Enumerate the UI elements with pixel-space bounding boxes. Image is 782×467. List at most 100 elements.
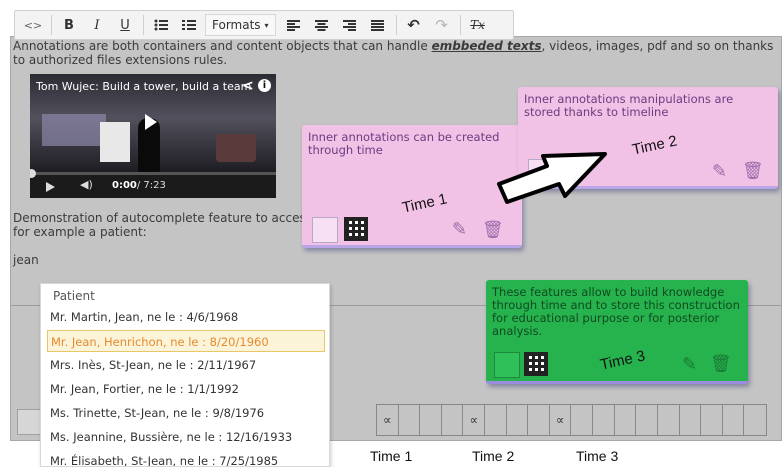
note-time-label: Time 3: [598, 347, 647, 374]
timeline-label-time-1: Time 1: [370, 448, 413, 464]
note-thumbnail-box[interactable]: [494, 352, 520, 378]
note-text: These features allow to build knowledge …: [492, 285, 740, 338]
volume-icon[interactable]: ◀): [80, 178, 93, 191]
video-current-time: 0:00: [112, 180, 137, 191]
intro-prefix: Annotations are both containers and cont…: [13, 39, 432, 53]
timeline-cell[interactable]: [680, 405, 702, 435]
redo-icon: ↷: [435, 16, 448, 34]
toolbar-separator: [459, 15, 461, 35]
annotation-timeline[interactable]: ∝ ∝ ∝: [376, 404, 767, 436]
timeline-cell[interactable]: [485, 405, 507, 435]
timeline-cell[interactable]: [615, 405, 637, 435]
edit-pencil-icon[interactable]: ✎: [712, 161, 727, 182]
info-icon[interactable]: i: [258, 79, 271, 92]
autocomplete-item[interactable]: Ms. Trinette, St-Jean, ne le : 9/8/1976: [47, 402, 325, 424]
align-left-button[interactable]: [282, 14, 306, 36]
note-time-label: Time 1: [400, 190, 449, 217]
chevron-down-icon: ▾: [264, 20, 269, 30]
numbered-list-icon: [182, 20, 196, 30]
timeline-cell[interactable]: [723, 405, 745, 435]
transition-arrow: [497, 152, 607, 204]
timeline-cell[interactable]: [442, 405, 464, 435]
video-duration: / 7:23: [136, 180, 166, 191]
note-text: Inner annotations manipulations are stor…: [524, 92, 734, 119]
annotation-note-time-3[interactable]: These features allow to build knowledge …: [486, 280, 748, 384]
embedded-video[interactable]: Tom Wujec: Build a tower, build a team <…: [30, 74, 276, 198]
source-code-button[interactable]: <>: [21, 14, 45, 36]
autocomplete-dropdown: Patient Mr. Martin, Jean, ne le : 4/6/19…: [40, 283, 330, 467]
video-title[interactable]: Tom Wujec: Build a tower, build a team: [36, 80, 251, 93]
toolbar-separator: [51, 15, 52, 35]
intro-emphasis: embbeded texts: [431, 39, 542, 53]
timeline-cell[interactable]: [528, 405, 550, 435]
justify-icon: [371, 19, 385, 31]
align-right-button[interactable]: [338, 14, 362, 36]
numbered-list-button[interactable]: [177, 14, 201, 36]
timeline-cell[interactable]: [744, 405, 766, 435]
timeline-label-time-3: Time 3: [576, 448, 619, 464]
autocomplete-item[interactable]: Ms. Jeannine, Bussière, ne le : 12/16/19…: [47, 426, 325, 448]
delete-trash-icon[interactable]: 🗑: [710, 354, 732, 374]
timeline-cell-marked[interactable]: ∝: [463, 405, 486, 435]
align-left-icon: [287, 19, 301, 31]
annotation-editor-screen: Annotations are both containers and cont…: [0, 0, 782, 467]
timeline-cell-marked[interactable]: ∝: [377, 405, 399, 435]
intro-paragraph: Annotations are both containers and cont…: [13, 39, 779, 67]
autocomplete-item[interactable]: Mr. Jean, Fortier, ne le : 1/1/1992: [47, 378, 325, 400]
play-overlay-icon[interactable]: [145, 114, 157, 130]
toolbar-separator: [143, 15, 144, 35]
timeline-cell[interactable]: [399, 405, 421, 435]
clear-formatting-button[interactable]: Tx: [466, 14, 490, 36]
align-center-button[interactable]: [310, 14, 334, 36]
demo-paragraph: Demonstration of autocomplete feature to…: [13, 211, 312, 239]
autocomplete-item[interactable]: Mrs. Inès, St-Jean, ne le : 2/11/1967: [47, 354, 325, 376]
delete-trash-icon[interactable]: 🗑: [482, 220, 504, 240]
autocomplete-item[interactable]: Mr. Élisabeth, St-Jean, ne le : 7/25/198…: [47, 450, 325, 466]
autocomplete-item[interactable]: Mr. Martin, Jean, ne le : 4/6/1968: [47, 306, 325, 328]
note-text: Inner annotations can be created through…: [308, 130, 500, 157]
undo-button[interactable]: ↶: [402, 14, 426, 36]
note-time-label: Time 2: [630, 132, 679, 159]
redo-button[interactable]: ↷: [430, 14, 454, 36]
video-scene-chair: [216, 134, 256, 162]
italic-button[interactable]: I: [85, 14, 109, 36]
delete-trash-icon[interactable]: 🗑: [742, 161, 764, 181]
timeline-cell[interactable]: [420, 405, 442, 435]
bold-button[interactable]: B: [57, 14, 81, 36]
editor-toolbar: <> B I U Formats ▾ ↶ ↷ Tx: [14, 10, 514, 40]
qr-code-icon: [344, 217, 368, 241]
formats-dropdown[interactable]: Formats ▾: [205, 14, 276, 36]
note-thumbnail-box[interactable]: [312, 217, 338, 243]
autocomplete-item-active[interactable]: Mr. Jean, Henrichon, ne le : 8/20/1960: [47, 330, 325, 352]
underline-button[interactable]: U: [113, 14, 137, 36]
bullet-list-icon: [154, 19, 168, 31]
video-time: 0:00/ 7:23: [112, 180, 166, 191]
toolbar-separator: [395, 15, 397, 35]
autocomplete-group-header: Patient: [53, 289, 95, 303]
formats-label: Formats: [212, 18, 261, 32]
bullet-list-button[interactable]: [149, 14, 173, 36]
video-scene-pedestal: [100, 122, 130, 162]
timeline-cell[interactable]: [571, 405, 594, 435]
align-right-icon: [343, 19, 357, 31]
timeline-label-time-2: Time 2: [472, 448, 515, 464]
clear-format-icon: Tx: [470, 18, 485, 32]
qr-code-icon: [524, 352, 548, 376]
timeline-cell[interactable]: [636, 405, 658, 435]
video-scene-screen: [42, 114, 106, 146]
align-center-icon: [315, 19, 329, 31]
edit-pencil-icon[interactable]: ✎: [682, 354, 697, 375]
timeline-cell-marked[interactable]: ∝: [550, 405, 572, 435]
undo-icon: ↶: [407, 16, 420, 34]
video-progress-bar[interactable]: [30, 172, 276, 175]
edit-pencil-icon[interactable]: ✎: [452, 219, 467, 240]
annotation-note-time-1[interactable]: Inner annotations can be created through…: [302, 125, 522, 248]
timeline-cell[interactable]: [658, 405, 680, 435]
justify-button[interactable]: [366, 14, 390, 36]
timeline-cell[interactable]: [701, 405, 723, 435]
timeline-cell[interactable]: [593, 405, 615, 435]
code-icon: <>: [23, 18, 43, 32]
play-icon[interactable]: [46, 182, 55, 192]
timeline-cell[interactable]: [507, 405, 529, 435]
share-icon[interactable]: <: [242, 78, 254, 94]
